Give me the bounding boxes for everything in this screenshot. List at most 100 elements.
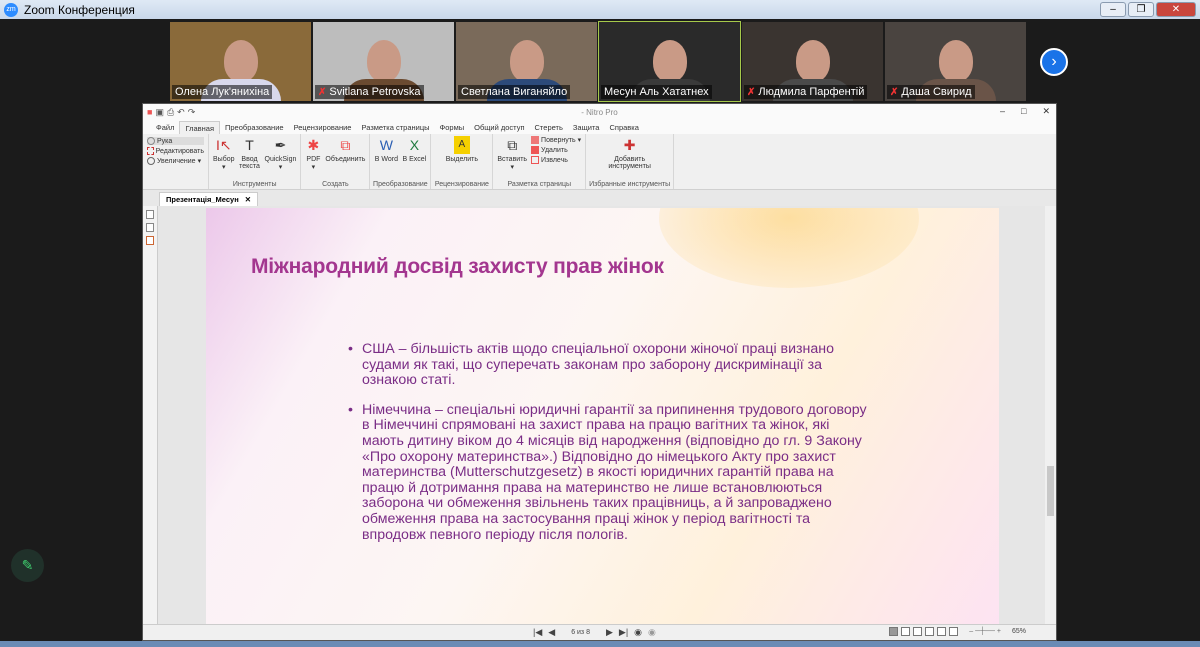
insert-button[interactable]: ⧉ Вставить ▾	[497, 136, 527, 179]
nitro-close[interactable]: ✕	[1042, 106, 1050, 117]
menu-tab[interactable]: Рецензирование	[289, 121, 357, 134]
participant-video	[509, 40, 544, 82]
extract-icon	[531, 156, 540, 164]
prev-page-button[interactable]: ◀	[548, 627, 555, 638]
pen-icon: ✒	[274, 137, 287, 153]
first-page-button[interactable]: |◀	[533, 627, 542, 638]
menu-tab[interactable]: Справка	[604, 121, 643, 134]
forward-icon[interactable]: ◉	[648, 627, 656, 638]
next-page-button[interactable]: ▶	[606, 627, 613, 638]
participant-tile[interactable]: Месун Аль Хататнех	[598, 21, 741, 102]
combine-button[interactable]: ⧉ Объединить	[325, 136, 365, 179]
page-indicator: 6 из 8	[571, 629, 590, 636]
menu-tab[interactable]: Разметка страницы	[356, 121, 434, 134]
edit-icon	[147, 147, 154, 155]
participant-name: Людмила Парфентій	[758, 86, 865, 98]
back-icon[interactable]: ◉	[634, 627, 642, 638]
ribbon: Рука Редактировать Увеличение ▾ I↖ Выбор ▾…	[143, 134, 1056, 190]
document-tab[interactable]: Презентація_Месун ✕	[159, 192, 259, 206]
magnifier-icon	[147, 157, 155, 165]
hand-tool[interactable]: Рука	[147, 137, 204, 145]
taskbar	[0, 641, 1200, 647]
excel-icon: X	[409, 137, 420, 153]
participant-video	[938, 40, 973, 82]
minimize-button[interactable]: –	[1100, 2, 1126, 17]
slide-title: Міжнародний досвід захисту прав жінок	[251, 255, 664, 278]
nitro-title: - Nitro Pro	[581, 108, 618, 117]
maximize-button[interactable]: ❐	[1128, 2, 1154, 17]
participant-video	[223, 40, 258, 82]
participant-tile[interactable]: Олена Лук'янихіна	[170, 22, 311, 101]
to-word-button[interactable]: WВ Word	[374, 136, 398, 179]
fullscreen-view[interactable]	[949, 627, 959, 636]
extract-button[interactable]: Извлечь	[531, 156, 581, 164]
continuous-view[interactable]	[901, 627, 911, 636]
menu-tab[interactable]: Файл	[151, 121, 179, 134]
menu-tab[interactable]: Общий доступ	[469, 121, 529, 134]
rotate-button[interactable]: Повернуть ▾	[531, 136, 581, 144]
menu-tab[interactable]: Формы	[435, 121, 470, 134]
pdf-icon: ✱	[307, 137, 320, 153]
edit-tool[interactable]: Редактировать	[147, 147, 204, 155]
muted-mic-icon: ✗	[318, 86, 327, 98]
participant-tile[interactable]: Светлана Виганяйло	[456, 22, 597, 101]
annotate-pen-button[interactable]: ✎	[11, 549, 44, 582]
facing-view[interactable]	[913, 627, 923, 636]
highlight-icon: A	[453, 136, 470, 154]
tools-icon: ✚	[623, 137, 636, 153]
type-text-button[interactable]: T Ввод текста	[239, 136, 261, 179]
participant-name: Даша Свирид	[901, 86, 972, 98]
participant-video	[795, 40, 830, 82]
zoom-tool[interactable]: Увеличение ▾	[147, 157, 204, 165]
delete-button[interactable]: Удалить	[531, 146, 581, 154]
next-page-button[interactable]: ›	[1040, 48, 1068, 76]
participant-name: Светлана Виганяйло	[461, 86, 568, 98]
close-button[interactable]: ✕	[1156, 2, 1196, 17]
document-area: Міжнародний досвід захисту прав жінок СШ…	[143, 206, 1056, 626]
quicksign-button[interactable]: ✒ QuickSign ▾	[265, 136, 297, 179]
cursor-icon: I↖	[215, 137, 232, 153]
participant-name: Svitlana Petrovska	[329, 86, 421, 98]
video-strip: Олена Лук'янихіна ✗ Svitlana Petrovska Свет…	[170, 21, 1026, 102]
insert-pages-icon: ⧉	[507, 137, 518, 153]
close-tab-icon[interactable]: ✕	[245, 195, 251, 204]
muted-mic-icon: ✗	[747, 86, 756, 98]
highlight-button[interactable]: A Выделить	[446, 136, 478, 179]
window-title: Zoom Конференция	[24, 2, 135, 17]
nitro-maximize[interactable]: □	[1021, 106, 1026, 117]
zoom-slider[interactable]: – ─┼── +	[969, 628, 1001, 635]
pages-panel-icon[interactable]	[146, 210, 154, 219]
slide-bullets: США – більшість актів щодо спеціальної о…	[348, 341, 868, 557]
menu-tab[interactable]: Преобразование	[220, 121, 289, 134]
participant-tile[interactable]: ✗ Даша Свирид	[885, 22, 1026, 101]
to-excel-button[interactable]: XВ Excel	[402, 136, 427, 179]
attachments-icon[interactable]	[146, 236, 154, 245]
zoom-level: 65%	[1011, 628, 1026, 635]
trash-icon	[531, 146, 540, 154]
menu-tab[interactable]: Защита	[568, 121, 605, 134]
participant-tile[interactable]: ✗ Svitlana Petrovska	[313, 22, 454, 101]
facing-continuous-view[interactable]	[925, 627, 935, 636]
menu-tab[interactable]: Главная	[179, 121, 220, 134]
combine-icon: ⧉	[340, 137, 351, 153]
word-icon: W	[379, 137, 393, 153]
zoom-title-bar: zm Zoom Конференция – ❐ ✕	[0, 0, 1200, 19]
menu-tab[interactable]: Стереть	[530, 121, 568, 134]
participant-tile[interactable]: ✗ Людмила Парфентій	[742, 22, 883, 101]
fit-view[interactable]	[937, 627, 947, 636]
single-page-view[interactable]	[889, 627, 899, 636]
nitro-minimize[interactable]: –	[1000, 106, 1005, 117]
bookmarks-icon[interactable]	[146, 223, 154, 232]
participant-video	[366, 40, 401, 82]
left-sidebar	[143, 206, 158, 626]
last-page-button[interactable]: ▶|	[619, 627, 628, 638]
nitro-window: ■ ▣ ⎙ ↶ ↷ - Nitro Pro – □ ✕ Файл Главная Пре…	[142, 103, 1057, 641]
pdf-button[interactable]: ✱ PDF ▾	[305, 136, 321, 179]
select-button[interactable]: I↖ Выбор ▾	[213, 136, 235, 179]
status-bar: |◀ ◀ 6 из 8 ▶ ▶| ◉ ◉ – ─┼── + 65%	[143, 624, 1056, 640]
zoom-logo-icon: zm	[4, 2, 18, 17]
muted-mic-icon: ✗	[890, 86, 899, 98]
bullet-item: США – більшість актів щодо спеціальної о…	[348, 341, 868, 389]
add-tools-button[interactable]: ✚ Добавить инструменты	[605, 136, 655, 179]
vertical-scrollbar[interactable]	[1045, 206, 1056, 626]
